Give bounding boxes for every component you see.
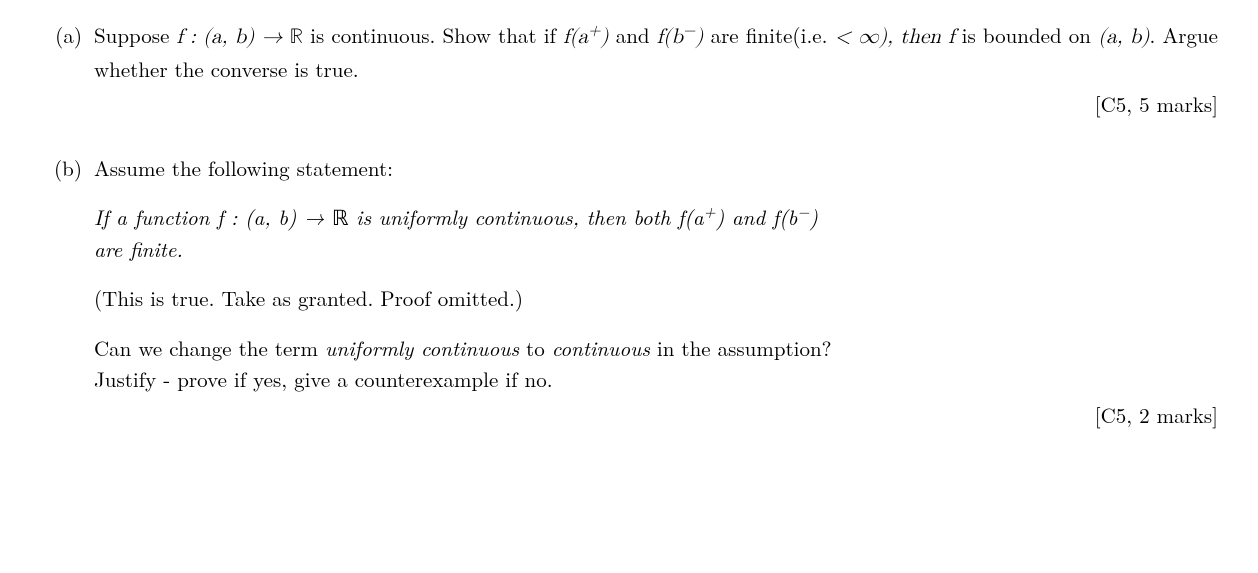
text: is bounded on bbox=[955, 20, 1099, 50]
math-lt-inf: < ∞), then bbox=[835, 27, 949, 48]
text: is continuous. Show that if bbox=[303, 20, 563, 50]
math-fa-close: ) bbox=[600, 27, 608, 48]
math-fb: f(b bbox=[773, 202, 798, 232]
part-b-statement: If a function f : (a, b) → ℝ is uniforml… bbox=[94, 202, 1218, 265]
part-b-granted: (This is true. Take as granted. Proof om… bbox=[94, 283, 1218, 315]
math-fb-close: ) bbox=[809, 202, 818, 232]
text: Justify - prove if yes, give a counterex… bbox=[94, 364, 553, 394]
math-f-ab: f : (a, b) → bbox=[177, 27, 290, 48]
part-b-label: (b) bbox=[40, 153, 94, 432]
part-b: (b) Assume the following statement: If a… bbox=[40, 153, 1218, 432]
math-sup-plus: + bbox=[704, 199, 716, 222]
part-b-question: Can we change the term uniformly continu… bbox=[94, 333, 1218, 396]
text: Can we change the term bbox=[94, 333, 325, 363]
part-b-content: Assume the following statement: If a fun… bbox=[94, 153, 1218, 432]
math-fa: f(a bbox=[678, 202, 704, 232]
part-a-label: (a) bbox=[40, 20, 94, 121]
part-a: (a) Suppose f : (a, b) → ℝ is continuous… bbox=[40, 20, 1218, 121]
text: are finite. bbox=[94, 234, 183, 264]
math-sup-plus: + bbox=[588, 23, 600, 39]
text: If a function bbox=[94, 202, 217, 232]
text: are finite(i.e. bbox=[703, 20, 827, 50]
math-R: ℝ bbox=[290, 27, 303, 48]
term-uniformly-continuous: uniformly continuous bbox=[325, 333, 519, 363]
part-b-intro: Assume the following statement: bbox=[94, 153, 1218, 185]
text: Suppose bbox=[94, 20, 177, 50]
term-continuous: continuous bbox=[552, 333, 650, 363]
math-fb: f(b bbox=[657, 27, 683, 48]
math-f-ab: f : (a, b) → bbox=[217, 202, 332, 232]
part-a-content: Suppose f : (a, b) → ℝ is continuous. Sh… bbox=[94, 20, 1218, 121]
text: and bbox=[609, 20, 657, 50]
text: and bbox=[724, 202, 772, 232]
math-sup-minus: − bbox=[683, 23, 695, 39]
math-fa: f(a bbox=[563, 27, 588, 48]
math-R: ℝ bbox=[332, 202, 349, 232]
text: is uniformly continuous, then both bbox=[349, 202, 678, 232]
part-b-marks: [C5, 2 marks] bbox=[94, 400, 1218, 432]
part-a-text: Suppose f : (a, b) → ℝ is continuous. Sh… bbox=[94, 20, 1218, 85]
text: to bbox=[519, 333, 552, 363]
part-a-marks: [C5, 5 marks] bbox=[94, 89, 1218, 121]
spacer bbox=[94, 319, 1218, 333]
math-sup-minus: − bbox=[797, 199, 809, 222]
math-ab: (a, b) bbox=[1098, 27, 1149, 48]
text: in the assumption? bbox=[650, 333, 832, 363]
